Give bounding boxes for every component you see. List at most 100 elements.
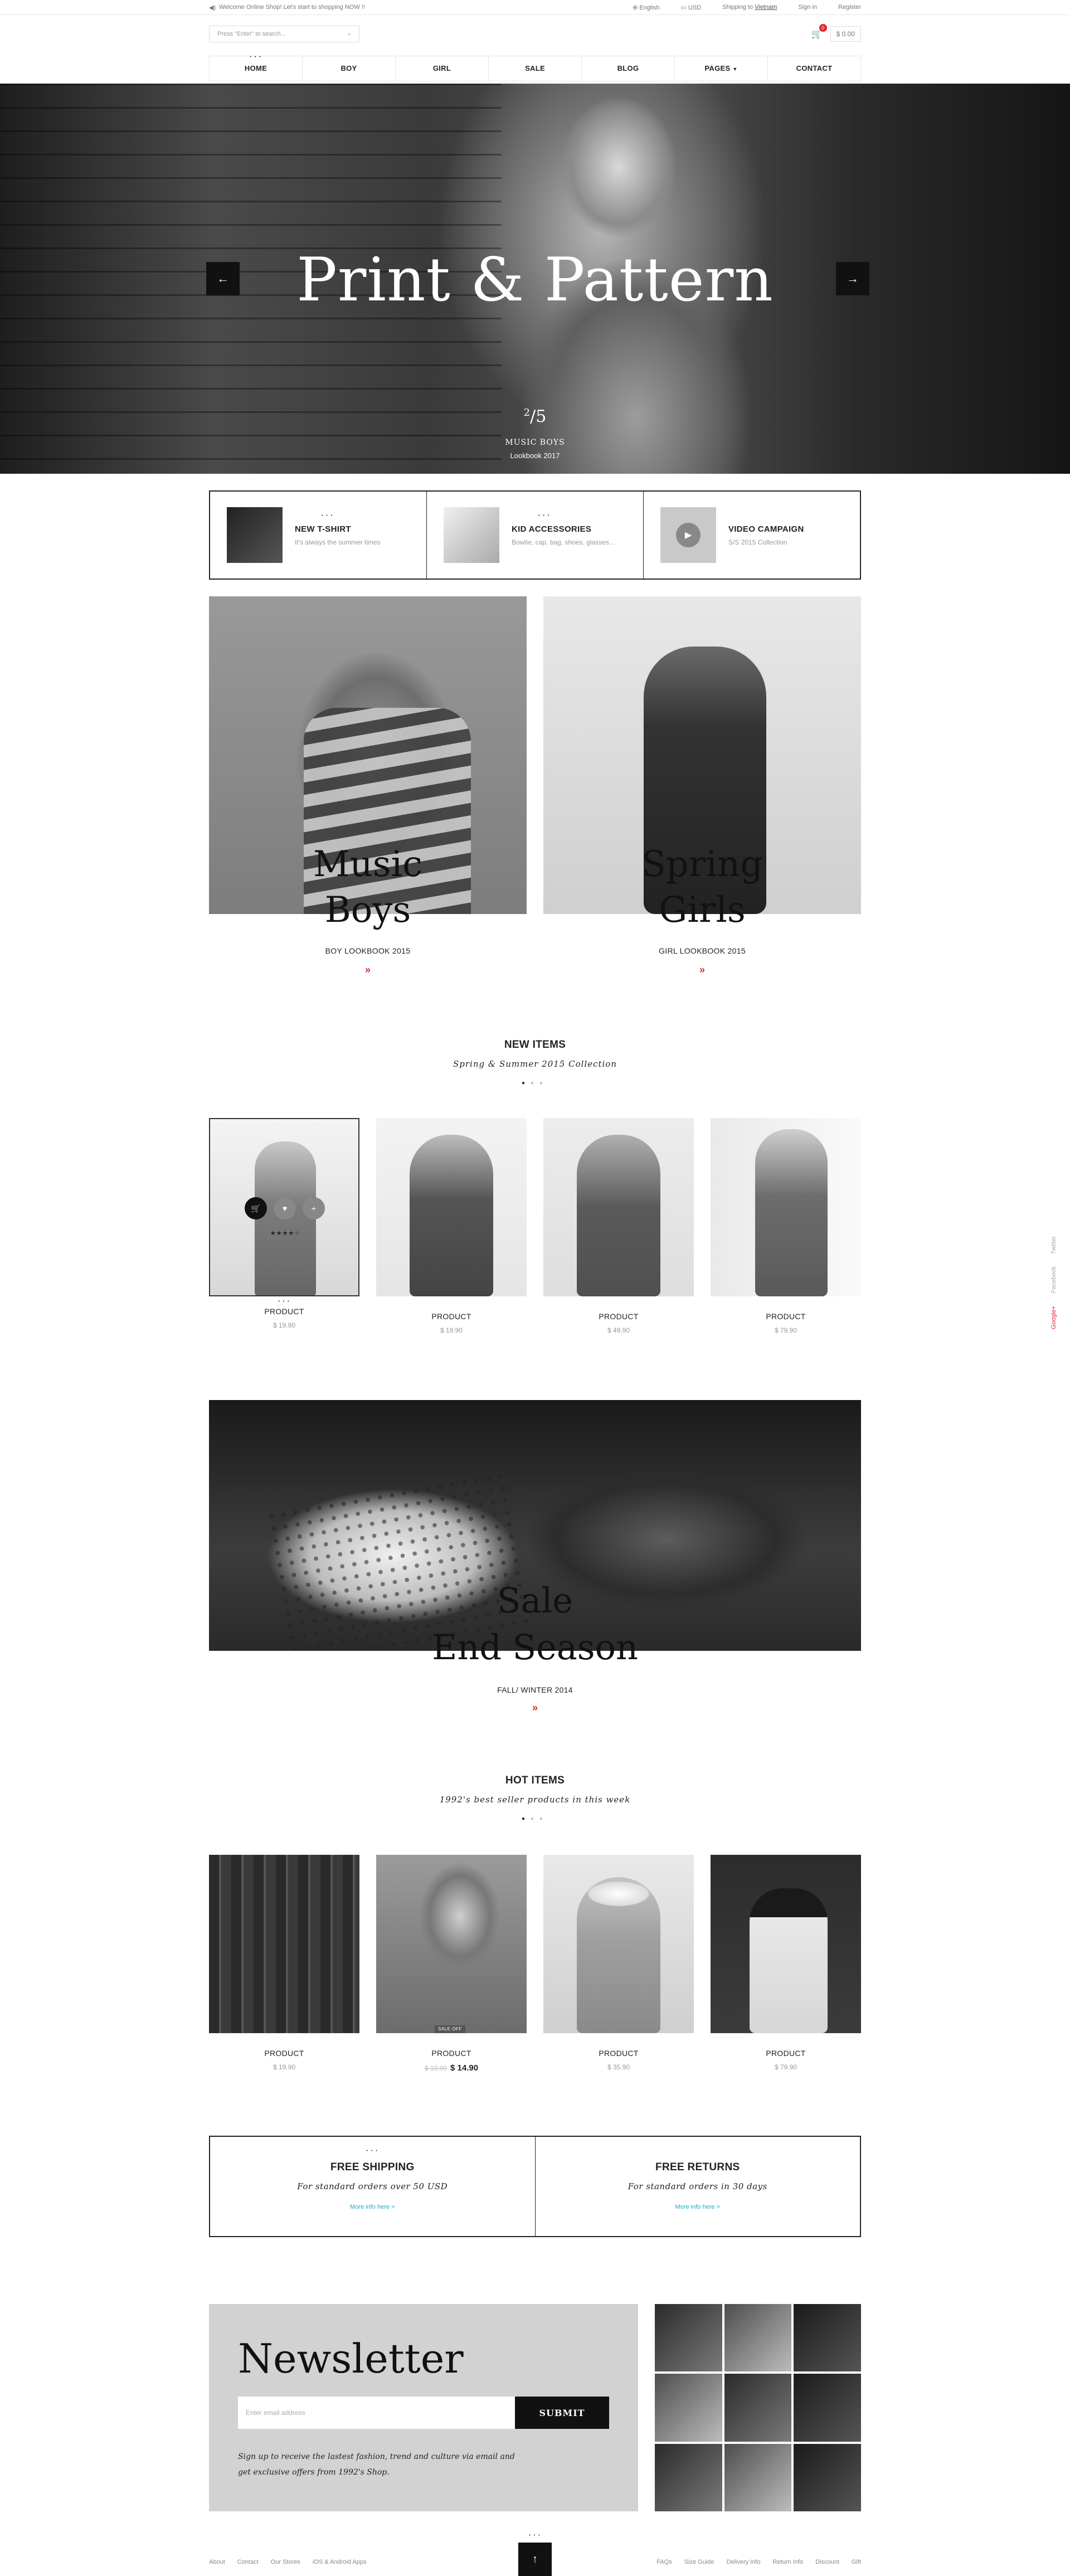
double-chevron-icon[interactable]: »: [543, 964, 861, 976]
facebook-link[interactable]: Facebook: [1050, 1266, 1057, 1293]
cart-icon[interactable]: 🛒: [245, 1197, 267, 1219]
product-name[interactable]: PRODUCT: [209, 1307, 359, 1316]
gallery-image[interactable]: [724, 2304, 792, 2372]
product-card[interactable]: 🛒 ♥ + ★★★★☆ EDITOR'S CHOICE • • • PRODUC…: [209, 1118, 359, 1334]
product-card[interactable]: PRODUCT $ 79.90: [711, 1118, 861, 1334]
nav-contact[interactable]: CONTACT: [768, 56, 860, 81]
search-icon[interactable]: ⌕: [348, 31, 351, 38]
double-chevron-icon[interactable]: »: [209, 964, 527, 976]
product-image[interactable]: [711, 1855, 861, 2033]
product-name[interactable]: PRODUCT: [376, 2049, 527, 2058]
product-name[interactable]: PRODUCT: [376, 1312, 527, 1321]
nav-home[interactable]: HOME: [210, 54, 303, 81]
gallery-image[interactable]: [794, 2443, 861, 2511]
currency-selector[interactable]: ▭ USD: [680, 4, 701, 11]
slide-counter: 2/5: [523, 407, 547, 426]
product-name[interactable]: PRODUCT: [543, 2049, 694, 2058]
product-card[interactable]: NEW PRODUCT $ 35.90: [543, 1855, 694, 2073]
nav-sale[interactable]: SALE: [489, 56, 582, 81]
product-image[interactable]: SALE OFF: [376, 1855, 527, 2033]
more-info-link[interactable]: More info here >: [536, 2204, 860, 2210]
cart-icon[interactable]: 🛒 0: [811, 24, 827, 40]
feature-kid-accessories[interactable]: • • • KID ACCESSORIES Bowtie, cap, bag, s…: [427, 492, 644, 579]
product-name[interactable]: PRODUCT: [543, 1312, 694, 1321]
top-divider: [0, 14, 1070, 15]
gallery-image[interactable]: [655, 2443, 722, 2511]
feature-video-campaign[interactable]: ▶ VIDEO CAMPAIGN S/S 2015 Collection: [644, 492, 860, 579]
sign-in-link[interactable]: Sign in: [798, 4, 817, 11]
video-thumbnail[interactable]: ▶: [660, 507, 716, 563]
submit-button[interactable]: SUBMIT: [515, 2397, 609, 2429]
plus-icon[interactable]: +: [303, 1197, 325, 1219]
gallery-image[interactable]: [724, 2443, 792, 2511]
status-badge: [602, 1289, 635, 1296]
next-arrow-icon[interactable]: →: [836, 262, 869, 295]
footer-link-discount[interactable]: Discount: [815, 2559, 839, 2565]
language-selector[interactable]: ⊕ English: [633, 4, 659, 11]
google-plus-link[interactable]: Google+: [1050, 1306, 1057, 1329]
product-image[interactable]: [543, 1118, 694, 1296]
gallery-image[interactable]: [655, 2304, 722, 2372]
twitter-link[interactable]: Twitter: [1050, 1236, 1057, 1254]
gallery-image[interactable]: [794, 2304, 861, 2372]
instagram-gallery: [655, 2304, 861, 2511]
footer-link-gift[interactable]: Gift: [852, 2559, 861, 2565]
back-to-top-icon[interactable]: ↑: [518, 2543, 552, 2576]
feature-new-tshirt[interactable]: • • • NEW T-SHIRT It's always the summer …: [210, 492, 427, 579]
prev-arrow-icon[interactable]: ←: [206, 262, 240, 295]
search-input[interactable]: Press "Enter" to search... ⌕: [209, 26, 359, 42]
carousel-dots[interactable]: ●●●: [0, 1816, 1070, 1822]
nav-boy[interactable]: BOY: [303, 56, 396, 81]
banner-caption[interactable]: FALL/ WINTER 2014: [0, 1685, 1070, 1694]
product-image[interactable]: [711, 1118, 861, 1296]
footer-link-apps[interactable]: iOS & Android Apps: [313, 2559, 367, 2565]
nav-pages[interactable]: PAGES ▼: [675, 56, 768, 81]
hero-line1: MUSIC BOYS: [505, 438, 565, 447]
email-field[interactable]: Enter email address: [238, 2397, 515, 2429]
gallery-image[interactable]: [724, 2374, 792, 2442]
footer-link-stores[interactable]: Our Stores: [271, 2559, 300, 2565]
gallery-image[interactable]: [655, 2374, 722, 2442]
product-card[interactable]: PRODUCT $ 19.90: [376, 1118, 527, 1334]
lookbook-boys[interactable]: Music Boys BOY LOOKBOOK 2015 »: [209, 596, 527, 975]
footer-link-return[interactable]: Return Info: [773, 2559, 803, 2565]
footer-link-delivery[interactable]: Delivery Info: [727, 2559, 761, 2565]
badge-editors-choice: EDITOR'S CHOICE: [260, 1287, 310, 1295]
product-name[interactable]: PRODUCT: [711, 2049, 861, 2058]
product-card[interactable]: PRODUCT $ 19.90: [209, 1855, 359, 2073]
product-image[interactable]: 🛒 ♥ + ★★★★☆ EDITOR'S CHOICE: [209, 1118, 359, 1296]
newsletter: Newsletter Enter email address SUBMIT Si…: [209, 2304, 638, 2511]
product-name[interactable]: PRODUCT: [209, 2049, 359, 2058]
product-image[interactable]: [376, 1118, 527, 1296]
product-name[interactable]: PRODUCT: [711, 1312, 861, 1321]
more-info-link[interactable]: More info here >: [210, 2204, 535, 2210]
product-price: $ 19.90: [273, 2063, 296, 2071]
lookbook-caption[interactable]: GIRL LOOKBOOK 2015: [543, 946, 861, 955]
shipping-country[interactable]: Vietnam: [755, 4, 777, 11]
gallery-image[interactable]: [794, 2374, 861, 2442]
product-image[interactable]: [209, 1855, 359, 2033]
cart[interactable]: 🛒 0 $ 0.00: [811, 24, 861, 42]
footer-link-contact[interactable]: Contact: [237, 2559, 259, 2565]
product-card[interactable]: SALE OFF PRODUCT $ 19.90 $ 14.90: [376, 1855, 527, 2073]
cart-count: 0: [819, 24, 827, 32]
product-card[interactable]: PRODUCT $ 79.90: [711, 1855, 861, 2073]
product-card[interactable]: PRODUCT $ 49.90: [543, 1118, 694, 1334]
shipping-selector[interactable]: Shipping to Vietnam: [722, 4, 777, 11]
footer-link-size-guide[interactable]: Size Guide: [684, 2559, 714, 2565]
cart-total[interactable]: $ 0.00: [830, 26, 861, 42]
double-chevron-icon[interactable]: »: [0, 1702, 1070, 1714]
footer-link-about[interactable]: About: [209, 2559, 225, 2565]
lookbook-caption[interactable]: BOY LOOKBOOK 2015: [209, 946, 527, 955]
heart-icon[interactable]: ♥: [274, 1197, 296, 1219]
lookbook-girls[interactable]: Spring Girls GIRL LOOKBOOK 2015 »: [543, 596, 861, 975]
register-link[interactable]: Register: [838, 4, 861, 11]
play-icon[interactable]: ▶: [676, 523, 701, 547]
carousel-dots[interactable]: ●●●: [0, 1080, 1070, 1086]
footer-link-faqs[interactable]: FAQs: [656, 2559, 672, 2565]
product-image[interactable]: NEW: [543, 1855, 694, 2033]
product-price: $ 19.90: [273, 1321, 296, 1329]
globe-icon: ⊕: [633, 4, 640, 11]
nav-blog[interactable]: BLOG: [582, 56, 675, 81]
nav-girl[interactable]: GIRL: [396, 56, 489, 81]
